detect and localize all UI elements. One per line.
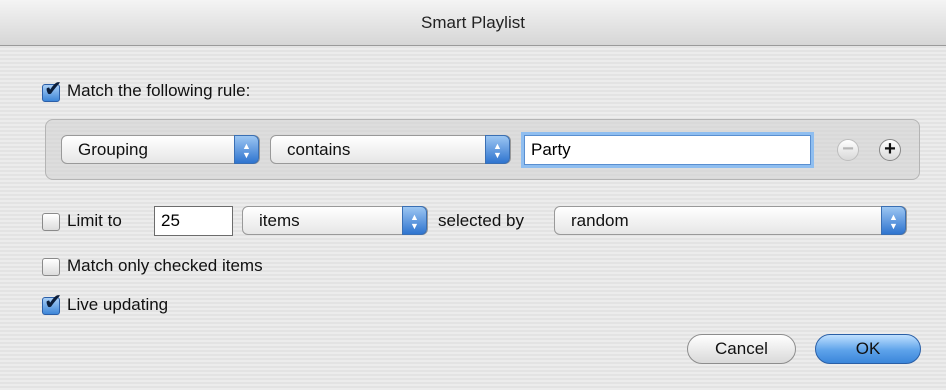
match-rule-checkbox[interactable]: ✔ <box>42 77 62 102</box>
rule-row: Grouping ▲▼ contains ▲▼ − + <box>45 119 920 180</box>
selected-by-value: random <box>571 211 629 230</box>
minus-circle-icon: − <box>842 138 854 160</box>
up-down-arrows-icon: ▲ ▼ <box>485 135 510 164</box>
limit-unit-value: items <box>259 211 300 230</box>
limit-label: Limit to <box>67 211 122 230</box>
cancel-button[interactable]: Cancel <box>687 334 796 364</box>
limit-amount-input[interactable] <box>154 206 233 236</box>
ok-button[interactable]: OK <box>815 334 921 364</box>
checkmark-icon: ✔ <box>44 290 63 315</box>
up-down-arrows-icon: ▲ ▼ <box>402 206 427 235</box>
checkmark-icon: ✔ <box>44 77 63 102</box>
up-down-arrows-icon: ▲ ▼ <box>881 206 906 235</box>
match-checked-checkbox[interactable] <box>42 258 60 276</box>
live-updating-checkbox[interactable]: ✔ <box>42 290 62 315</box>
up-down-arrows-icon: ▲ ▼ <box>234 135 259 164</box>
rule-field-popup[interactable]: Grouping ▲ ▼ <box>61 135 260 164</box>
match-rule-label: Match the following rule: <box>67 81 251 100</box>
plus-circle-icon: + <box>884 138 896 160</box>
window-title: Smart Playlist <box>0 0 946 46</box>
rule-operator-value: contains <box>287 140 351 159</box>
selected-by-popup[interactable]: random ▲ ▼ <box>554 206 907 235</box>
smart-playlist-dialog: Smart Playlist ✔ Match the following rul… <box>0 0 946 390</box>
limit-checkbox[interactable] <box>42 213 60 231</box>
rule-operator-popup[interactable]: contains ▲ ▼ <box>270 135 511 164</box>
match-checked-label: Match only checked items <box>67 256 263 275</box>
limit-unit-popup[interactable]: items ▲ ▼ <box>242 206 428 235</box>
add-rule-button[interactable]: + <box>879 139 901 161</box>
rule-value-input[interactable] <box>524 135 811 165</box>
live-updating-label: Live updating <box>67 295 169 314</box>
selected-by-label: selected by <box>438 211 524 230</box>
rule-field-value: Grouping <box>78 140 148 159</box>
remove-rule-button[interactable]: − <box>837 139 859 161</box>
